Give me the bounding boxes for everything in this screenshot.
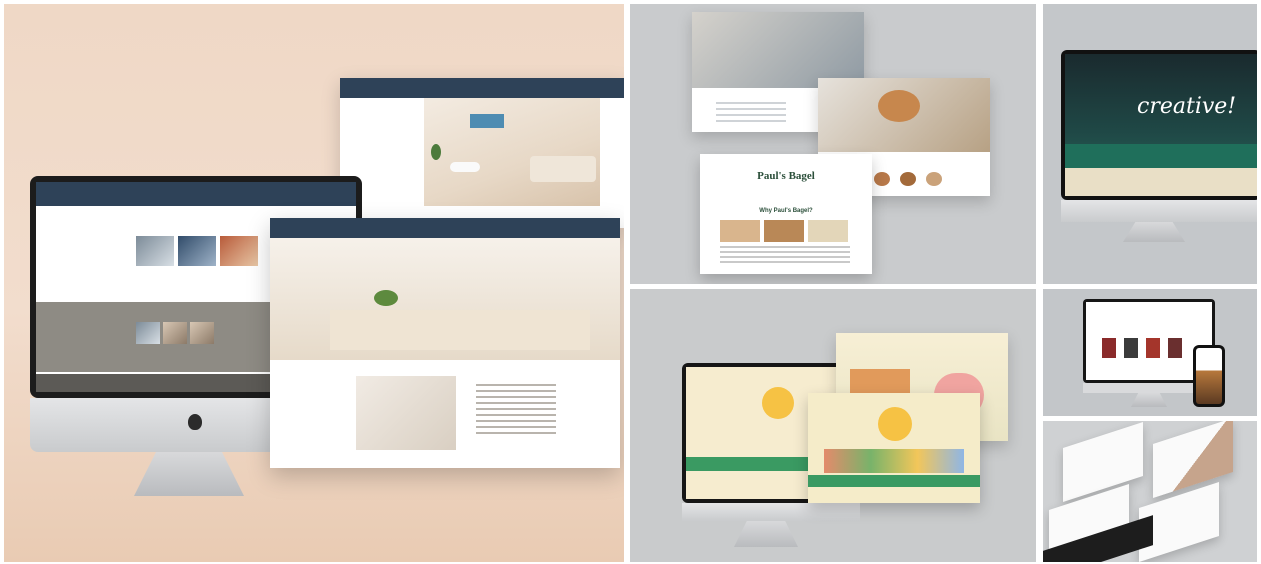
bagel-page-front: Paul's Bagel Why Paul's Bagel? <box>700 154 872 274</box>
people-row <box>824 449 964 473</box>
creative-hero-text: creative! <box>1137 94 1237 119</box>
gallery-thumb <box>163 322 187 344</box>
phone-mockup <box>1193 345 1225 407</box>
bagel-card-photo <box>720 220 760 242</box>
bagel-card-title: Paul's Bagel <box>757 170 815 182</box>
wall-art <box>470 114 504 128</box>
gallery-strip <box>136 322 214 344</box>
imac-display: creative! <box>1065 54 1257 196</box>
imac-stand <box>734 521 798 547</box>
bagel-card-photo <box>764 220 804 242</box>
cafe-photo <box>692 12 864 88</box>
sun-shape <box>878 407 912 441</box>
book-cover <box>1102 338 1116 358</box>
iso-page <box>1063 422 1143 502</box>
tile-bagel-website-mockup[interactable]: Paul's Bagel Why Paul's Bagel? <box>630 4 1036 284</box>
portfolio-collage: Paul's Bagel Why Paul's Bagel? creative! <box>0 0 1261 564</box>
thumb-bus-2 <box>178 236 216 266</box>
room-photo <box>424 98 600 206</box>
tile-interior-website-mockup[interactable] <box>4 4 624 562</box>
table-shape <box>450 162 480 172</box>
plant-shape <box>374 290 398 306</box>
bagel-card-text <box>720 246 850 264</box>
book-cover <box>1146 338 1160 358</box>
text-block <box>476 384 556 438</box>
green-band <box>1065 144 1257 168</box>
bagel-shape <box>878 90 920 122</box>
imac-chin <box>682 503 860 521</box>
book-row <box>1102 338 1182 358</box>
tile-creative-website-mockup[interactable]: creative! <box>1043 4 1257 284</box>
sun-shape <box>762 387 794 419</box>
bagel-card-photo <box>808 220 848 242</box>
bath-photo <box>356 376 456 450</box>
site-header <box>36 182 356 206</box>
bagel-cards <box>720 220 848 242</box>
green-band <box>808 475 980 487</box>
thumb-bus-1 <box>136 236 174 266</box>
book-cover <box>1124 338 1138 358</box>
page-header-bar <box>340 78 624 98</box>
floating-page-top <box>340 78 624 228</box>
imac-stand <box>1131 393 1167 407</box>
gallery-thumb <box>136 322 160 344</box>
counter-shape <box>330 310 590 350</box>
product-thumb <box>874 172 890 186</box>
apple-logo-icon <box>188 414 202 430</box>
phone-display <box>1196 348 1222 404</box>
imac-chin <box>1061 200 1257 222</box>
tile-isometric-pages-mockup[interactable] <box>1043 421 1257 562</box>
sofa-shape <box>530 156 596 182</box>
beige-band <box>1065 168 1257 196</box>
illustration-page-front <box>808 393 980 503</box>
tile-illustrated-website-mockup[interactable] <box>630 289 1036 562</box>
imac-stand <box>134 452 244 496</box>
gallery-thumb <box>190 322 214 344</box>
imac-stand <box>1123 222 1185 242</box>
iso-page <box>1153 421 1233 498</box>
tile-bookshop-responsive-mockup[interactable] <box>1043 289 1257 416</box>
product-thumb <box>900 172 916 186</box>
page-header-bar <box>270 218 620 238</box>
imac-screen: creative! <box>1061 50 1257 200</box>
thumb-row <box>136 236 258 266</box>
book-cover <box>1168 338 1182 358</box>
plant-shape <box>431 144 441 160</box>
product-row <box>874 172 942 186</box>
bagel-section-title: Why Paul's Bagel? <box>759 208 813 214</box>
product-thumb <box>926 172 942 186</box>
floating-page-front <box>270 218 620 468</box>
thumb-bus-3 <box>220 236 258 266</box>
text-lines <box>716 102 786 124</box>
